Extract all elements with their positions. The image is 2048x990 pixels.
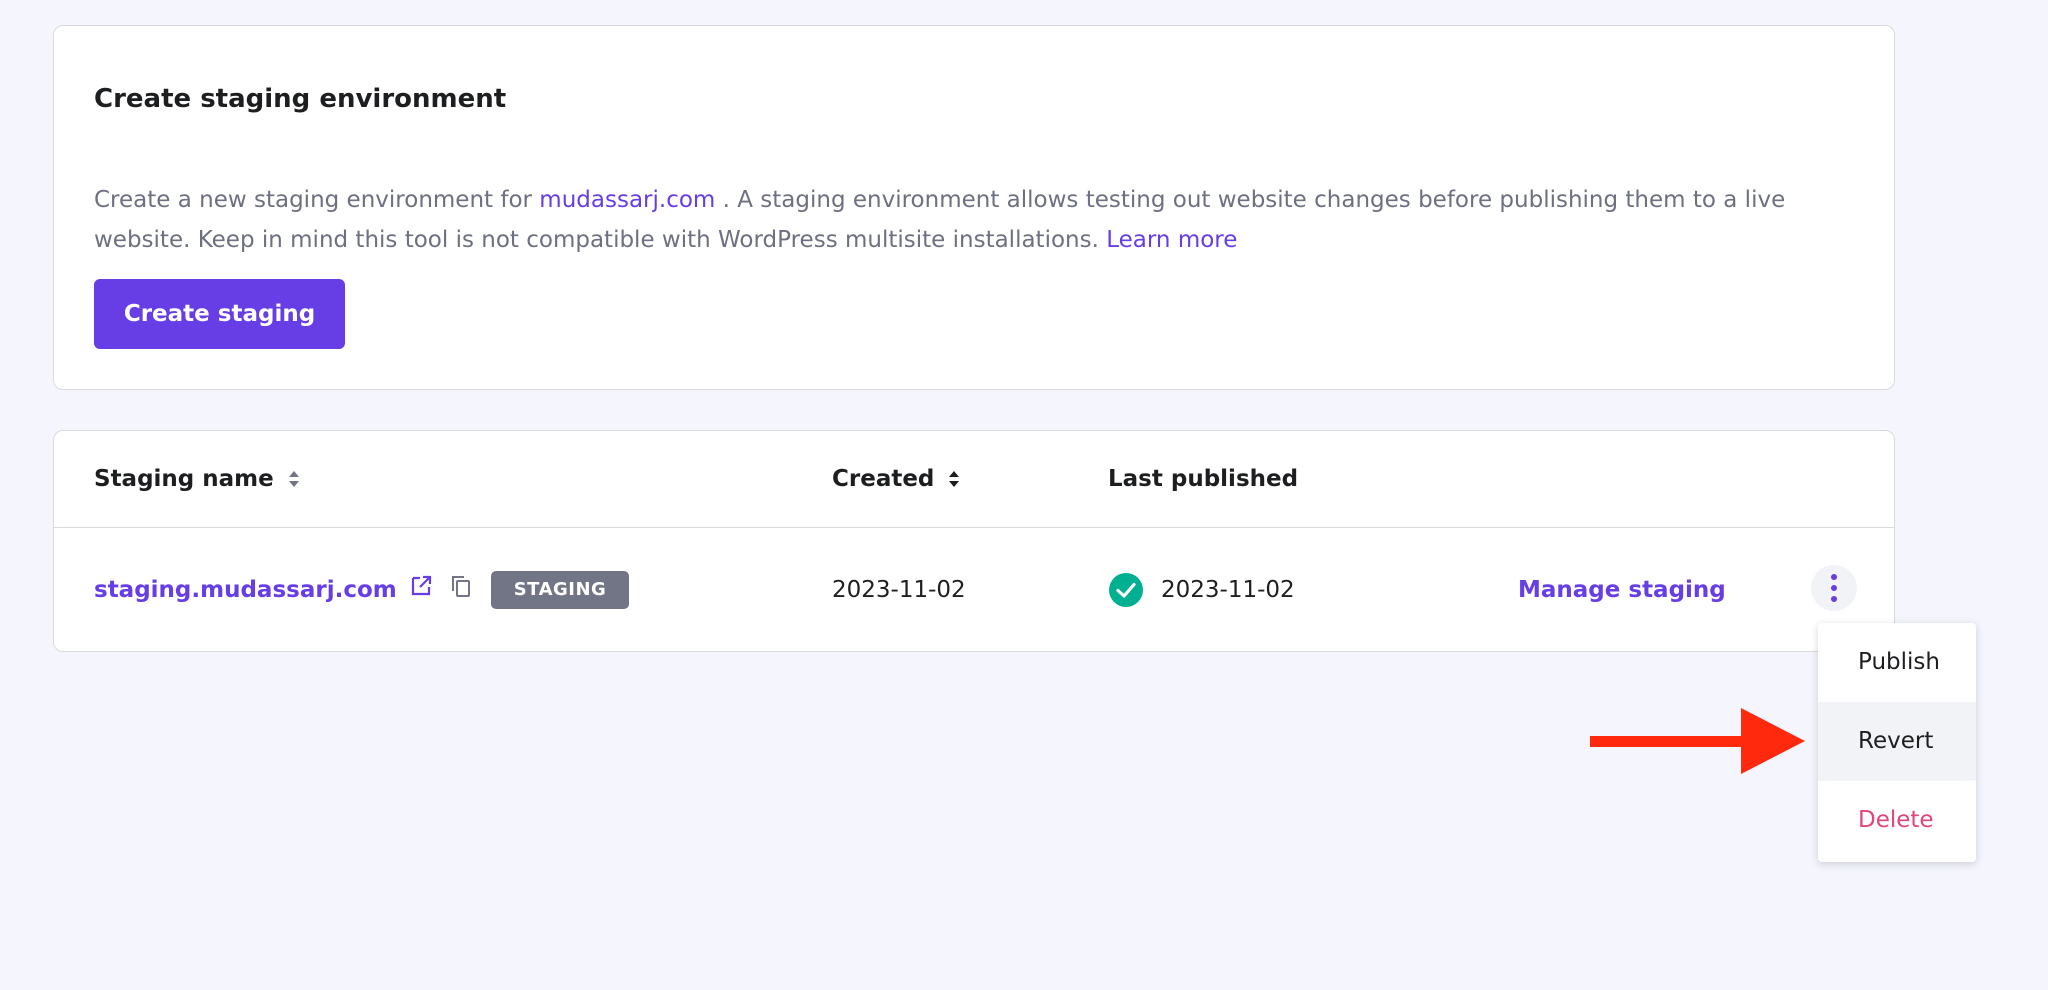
external-link-icon[interactable] [409,574,433,598]
column-label-staging-name: Staging name [94,466,274,492]
staging-badge: STAGING [490,571,630,609]
create-staging-description: Create a new staging environment for mud… [94,180,1864,260]
copy-icon[interactable] [449,574,473,598]
last-published-date: 2023-11-02 [1161,577,1295,603]
domain-link[interactable]: mudassarj.com [539,187,715,213]
create-staging-button[interactable]: Create staging [94,279,345,349]
sort-icon[interactable] [948,469,960,489]
created-cell: 2023-11-02 [832,528,966,652]
table-row: staging.mudassarj.com STAGING 2023-11-02… [54,528,1894,652]
more-vertical-icon [1831,574,1837,602]
staging-list-card: Staging name Created Last published stag… [53,430,1895,652]
created-date: 2023-11-02 [832,577,966,603]
check-circle-icon [1109,573,1143,607]
more-options-button[interactable] [1811,565,1857,611]
last-published-cell: 2023-11-02 [1109,528,1295,652]
menu-item-revert[interactable]: Revert [1818,702,1976,781]
manage-staging-link[interactable]: Manage staging [1518,577,1726,603]
column-header-created[interactable]: Created [832,463,960,495]
sort-icon[interactable] [288,469,300,489]
staging-name-cell: staging.mudassarj.com STAGING [94,528,630,652]
staging-name-link[interactable]: staging.mudassarj.com [94,577,397,603]
learn-more-link[interactable]: Learn more [1106,227,1237,253]
column-label-created: Created [832,466,935,492]
column-header-last-published: Last published [1108,463,1298,495]
annotation-arrow-icon [1590,708,1805,774]
menu-item-publish[interactable]: Publish [1818,623,1976,702]
desc-prefix: Create a new staging environment for [94,187,540,213]
table-header: Staging name Created Last published [54,431,1894,528]
create-staging-title: Create staging environment [94,84,507,114]
create-staging-card: Create staging environment Create a new … [53,25,1895,390]
manage-cell: Manage staging [1518,528,1726,652]
column-label-last-published: Last published [1108,466,1299,492]
menu-item-delete[interactable]: Delete [1818,781,1976,860]
actions-dropdown-menu: Publish Revert Delete [1818,623,1976,862]
column-header-staging-name[interactable]: Staging name [94,463,300,495]
